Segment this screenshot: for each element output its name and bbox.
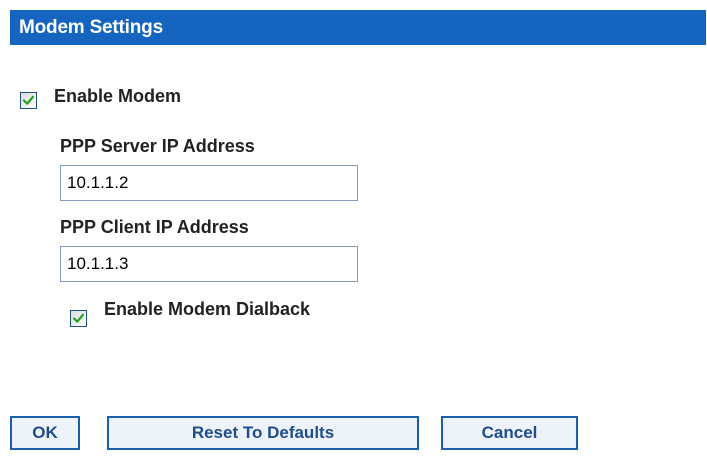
cancel-button[interactable]: Cancel <box>441 416 578 450</box>
reset-defaults-button[interactable]: Reset To Defaults <box>107 416 419 450</box>
ok-button[interactable]: OK <box>10 416 80 450</box>
enable-dialback-checkbox[interactable] <box>70 310 87 327</box>
ppp-server-ip-input[interactable]: 10.1.1.2 <box>60 165 358 201</box>
section-title: Modem Settings <box>19 16 163 38</box>
enable-dialback-label: Enable Modem Dialback <box>104 299 311 319</box>
check-icon <box>23 95 34 105</box>
ppp-client-ip-label: PPP Client IP Address <box>60 217 249 237</box>
enable-modem-label: Enable Modem <box>54 86 182 106</box>
modem-settings-page: Modem Settings Enable Modem PPP Server I… <box>0 0 707 458</box>
enable-modem-checkbox[interactable] <box>20 92 37 109</box>
section-header: Modem Settings <box>10 10 706 45</box>
ppp-client-ip-input[interactable]: 10.1.1.3 <box>60 246 358 282</box>
check-icon <box>73 313 84 323</box>
ppp-server-ip-label: PPP Server IP Address <box>60 136 255 156</box>
